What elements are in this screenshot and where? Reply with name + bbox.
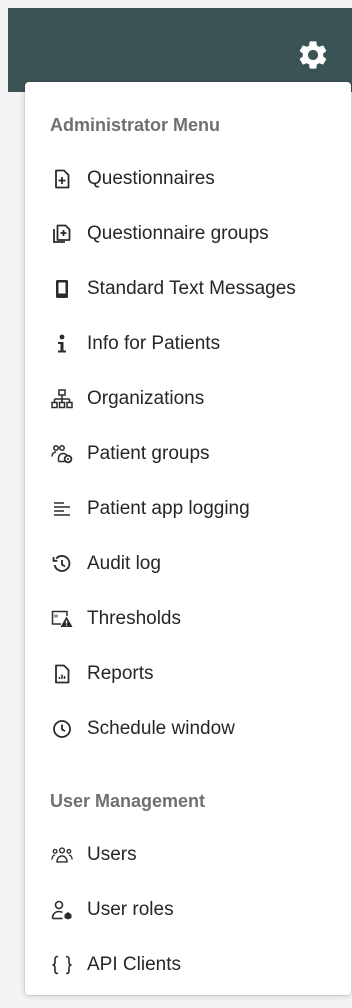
menu-item-label: Users <box>87 844 137 865</box>
menu-item-label: API Clients <box>87 954 181 975</box>
files-plus-icon <box>51 223 73 245</box>
menu-item-label: Patient app logging <box>87 498 250 519</box>
user-group-gear-icon <box>51 443 73 465</box>
align-left-icon <box>51 498 73 520</box>
menu-item-label: User roles <box>87 899 174 920</box>
menu-item-label: Standard Text Messages <box>87 278 296 299</box>
menu-item-questionnaires[interactable]: Questionnaires <box>25 158 351 200</box>
menu-item-audit-log[interactable]: Audit log <box>25 543 351 585</box>
sitemap-icon <box>51 388 73 410</box>
admin-dropdown-menu: Administrator Menu Questionnaires Questi… <box>25 82 351 995</box>
menu-item-api-clients[interactable]: API Clients <box>25 944 351 986</box>
section-header-user-management: User Management <box>50 791 206 811</box>
menu-item-info-for-patients[interactable]: Info for Patients <box>25 323 351 365</box>
info-icon <box>51 333 73 355</box>
mobile-icon <box>51 278 73 300</box>
file-chart-icon <box>51 663 73 685</box>
gear-icon[interactable] <box>296 38 330 72</box>
menu-item-label: Patient groups <box>87 443 210 464</box>
menu-item-label: Schedule window <box>87 718 235 739</box>
menu-item-thresholds[interactable]: Thresholds <box>25 598 351 640</box>
users-icon <box>51 844 73 866</box>
section-header-administrator: Administrator Menu <box>50 115 221 135</box>
menu-item-patient-groups[interactable]: Patient groups <box>25 433 351 475</box>
braces-icon <box>51 954 73 976</box>
menu-item-label: Info for Patients <box>87 333 221 354</box>
user-role-icon <box>51 899 73 921</box>
menu-item-patient-app-logging[interactable]: Patient app logging <box>25 488 351 530</box>
menu-item-label: Questionnaires <box>87 168 215 189</box>
menu-item-user-roles[interactable]: User roles <box>25 889 351 931</box>
menu-item-standard-text-messages[interactable]: Standard Text Messages <box>25 268 351 310</box>
menu-item-organizations[interactable]: Organizations <box>25 378 351 420</box>
top-bar <box>8 8 352 92</box>
file-plus-icon <box>51 168 73 190</box>
image-warning-icon <box>51 608 73 630</box>
menu-item-users[interactable]: Users <box>25 834 351 876</box>
menu-item-label: Audit log <box>87 553 161 574</box>
clock-icon <box>51 718 73 740</box>
menu-item-schedule-window[interactable]: Schedule window <box>25 708 351 750</box>
menu-item-questionnaire-groups[interactable]: Questionnaire groups <box>25 213 351 255</box>
menu-item-reports[interactable]: Reports <box>25 653 351 695</box>
menu-item-label: Reports <box>87 663 154 684</box>
menu-item-label: Organizations <box>87 388 205 409</box>
menu-item-label: Thresholds <box>87 608 181 629</box>
menu-item-label: Questionnaire groups <box>87 223 269 244</box>
history-icon <box>51 553 73 575</box>
